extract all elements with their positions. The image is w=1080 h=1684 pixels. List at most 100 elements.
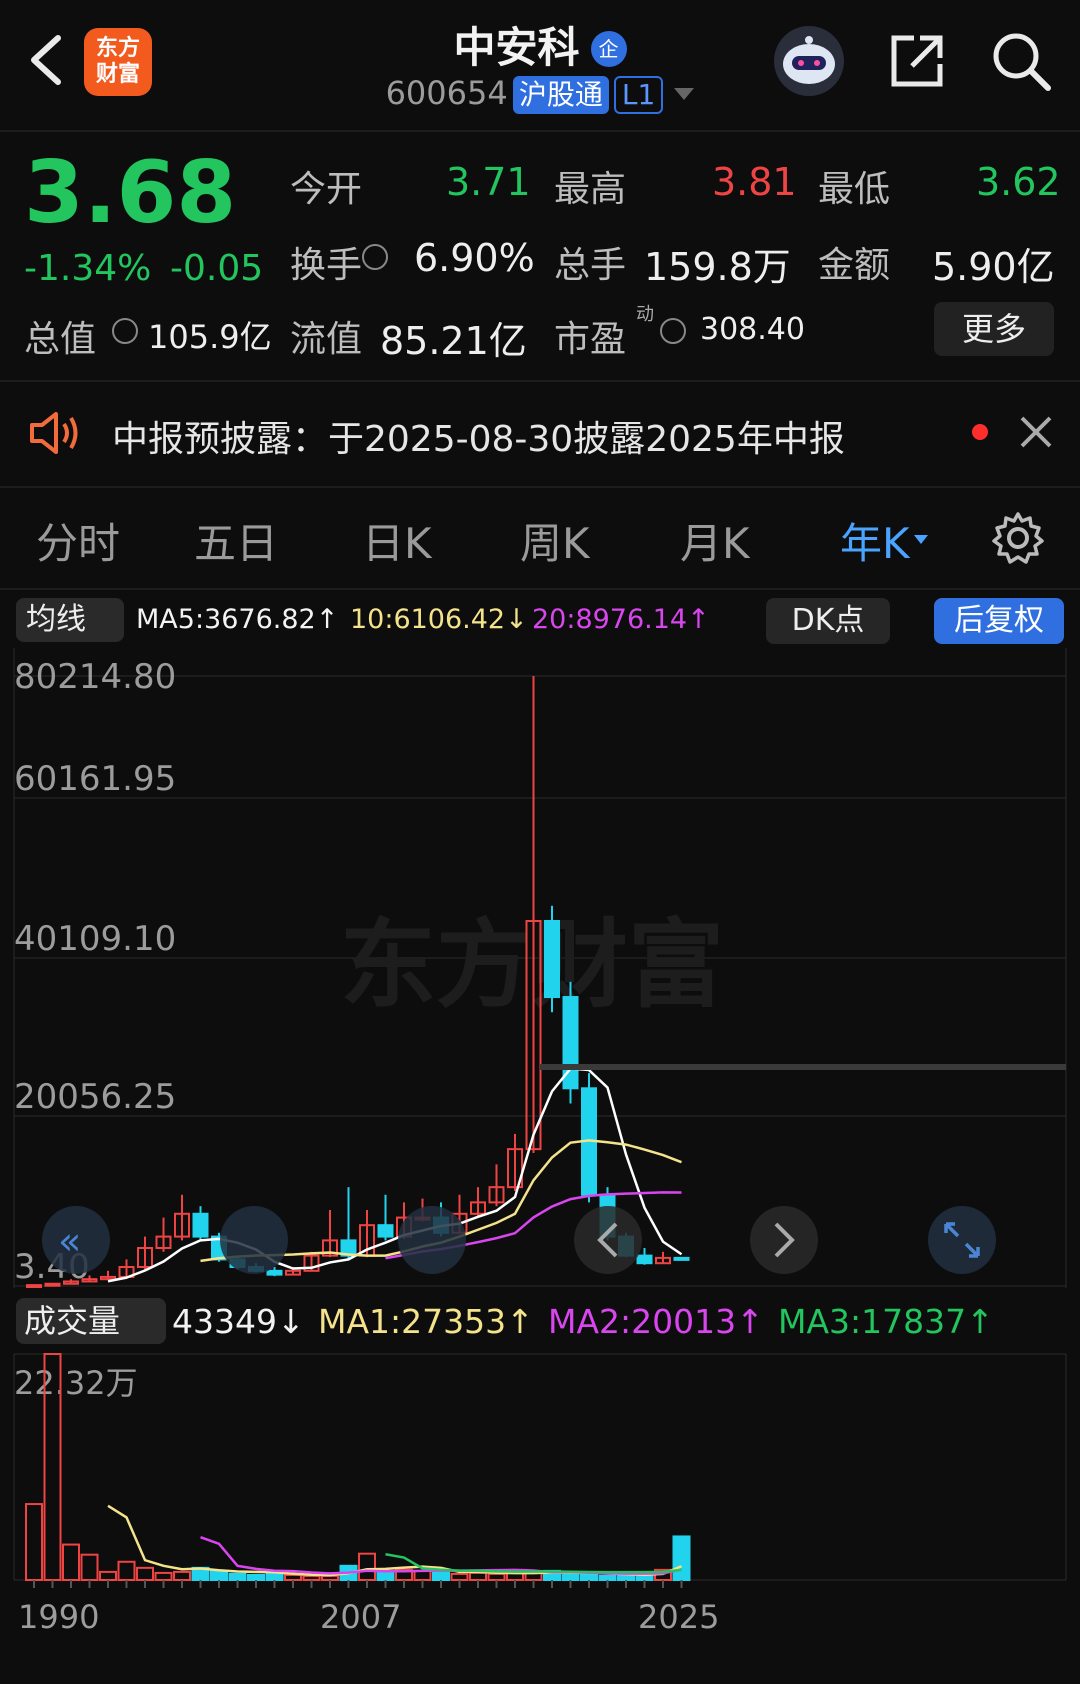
y-tick-label: 60161.95 [14, 759, 176, 799]
volume-bar [432, 1570, 450, 1582]
step-left-button[interactable] [574, 1206, 642, 1274]
volume-bar [228, 1572, 247, 1581]
volume-value: 159.8万 [644, 245, 791, 289]
amount-label: 金额 [818, 245, 891, 286]
close-button[interactable] [1016, 412, 1056, 452]
ma-selector[interactable]: 均线 [16, 598, 124, 642]
volume-current: 43349↓ [172, 1302, 305, 1341]
high-label: 最高 [554, 169, 627, 210]
pe-label: 市盈 [554, 319, 627, 360]
volume-bar [580, 1573, 598, 1581]
chart-watermark: 东方财富 [340, 909, 724, 1021]
turnover-label: 换手 [290, 245, 363, 286]
volume-ma1-line [107, 1504, 682, 1577]
float-cap-value: 85.21亿 [380, 319, 527, 363]
level-badge: L1 [613, 76, 664, 114]
volume-bar [302, 1574, 321, 1581]
volume-label: 总手 [554, 245, 627, 286]
candle-body [544, 919, 560, 999]
volume-bar [487, 1572, 506, 1581]
settings-button[interactable] [990, 510, 1046, 566]
volume-bar [469, 1571, 487, 1581]
reference-line [540, 1064, 1066, 1070]
fullscreen-button[interactable] [928, 1206, 996, 1274]
turnover-value: 6.90% [414, 236, 535, 280]
high-value: 3.81 [712, 160, 797, 204]
volume-bar [173, 1570, 191, 1582]
volume-bar [321, 1574, 339, 1581]
volume-bar [284, 1573, 302, 1581]
zoom-out-button[interactable] [220, 1206, 288, 1274]
zoom-in-button[interactable] [398, 1206, 466, 1274]
candle-body [377, 1224, 394, 1238]
open-value: 3.71 [446, 160, 531, 204]
tab-weekly-k[interactable]: 周K [520, 510, 590, 571]
gear-icon [992, 512, 1044, 564]
candle-body [636, 1254, 653, 1265]
close-icon [1020, 416, 1052, 448]
stock-name: 中安科 [453, 23, 580, 72]
ma10-readout: 10:6106.42↓ [350, 604, 528, 635]
volume-bar [265, 1572, 284, 1581]
ma-selector-label: 均线 [26, 602, 86, 637]
exchange-badge: 沪股通 [512, 76, 609, 114]
volume-bar [358, 1552, 376, 1581]
volume-axis-max: 22.32万 [14, 1364, 138, 1402]
adjust-button[interactable]: 后复权 [934, 598, 1064, 644]
float-cap-label: 流值 [290, 319, 363, 360]
low-value: 3.62 [976, 160, 1061, 204]
low-label: 最低 [818, 169, 891, 210]
volume-bar [561, 1572, 580, 1581]
ma5-readout: MA5:3676.82↑ [136, 604, 339, 635]
volume-bar [617, 1573, 635, 1581]
speaker-icon [28, 408, 84, 458]
pe-value: 308.40 [700, 312, 805, 347]
tab-intraday[interactable]: 分时 [36, 510, 120, 571]
step-right-button[interactable] [750, 1206, 818, 1274]
tab-daily-k[interactable]: 日K [362, 510, 432, 571]
dropdown-caret-icon[interactable] [674, 88, 695, 100]
info-icon[interactable] [362, 244, 388, 270]
volume-selector-label: 成交量 [24, 1302, 121, 1340]
notice-text[interactable]: 中报预披露：于2025-08-30披露2025年中报 [112, 410, 845, 462]
chevron-down-icon [913, 535, 928, 544]
more-button[interactable]: 更多 [934, 302, 1054, 356]
unread-dot [972, 424, 988, 440]
volume-ma3: MA3:17837↑ [778, 1302, 994, 1341]
y-tick-label: 40109.10 [14, 919, 176, 959]
volume-bar [154, 1571, 173, 1581]
volume-bar [136, 1566, 154, 1581]
candle-body [673, 1256, 690, 1261]
volume-grid [13, 1353, 1067, 1581]
volume-ma2: MA2:20013↑ [548, 1302, 764, 1341]
robot-assistant-icon[interactable] [774, 26, 844, 96]
volume-bar [450, 1572, 469, 1581]
open-label: 今开 [290, 169, 363, 210]
nav-controls: « [42, 1206, 996, 1274]
volume-chart[interactable]: 22.32万 1990 2007 2025 [0, 1350, 1080, 1684]
x-tick-1990: 1990 [18, 1598, 99, 1636]
ma20-readout: 20:8976.14↑ [532, 604, 710, 635]
dk-button[interactable]: DK点 [766, 598, 890, 644]
tab-monthly-k[interactable]: 月K [680, 510, 750, 571]
enterprise-badge: 企 [590, 31, 627, 67]
volume-bar [99, 1570, 117, 1582]
price-chart[interactable]: 东方财富 80214.8060161.9540109.1020056.253.4… [0, 648, 1080, 1288]
volume-bar [25, 1503, 43, 1581]
volume-bar [80, 1553, 99, 1582]
dk-button-label: DK点 [791, 603, 865, 638]
volume-bar [247, 1573, 265, 1581]
volume-selector[interactable]: 成交量 [16, 1298, 166, 1344]
x-tick-2007: 2007 [320, 1598, 401, 1636]
tab-five-day[interactable]: 五日 [194, 510, 278, 571]
volume-bar [210, 1569, 228, 1582]
info-icon[interactable] [112, 318, 138, 344]
market-cap-value: 105.9亿 [148, 318, 272, 356]
info-icon[interactable] [660, 318, 686, 344]
tab-yearly-k[interactable]: 年K [840, 510, 928, 571]
pe-super: 动 [636, 304, 654, 325]
market-cap-label: 总值 [24, 319, 97, 360]
change-percent: -1.34% [24, 248, 152, 289]
search-button[interactable] [988, 28, 1054, 94]
share-button[interactable] [886, 30, 948, 92]
